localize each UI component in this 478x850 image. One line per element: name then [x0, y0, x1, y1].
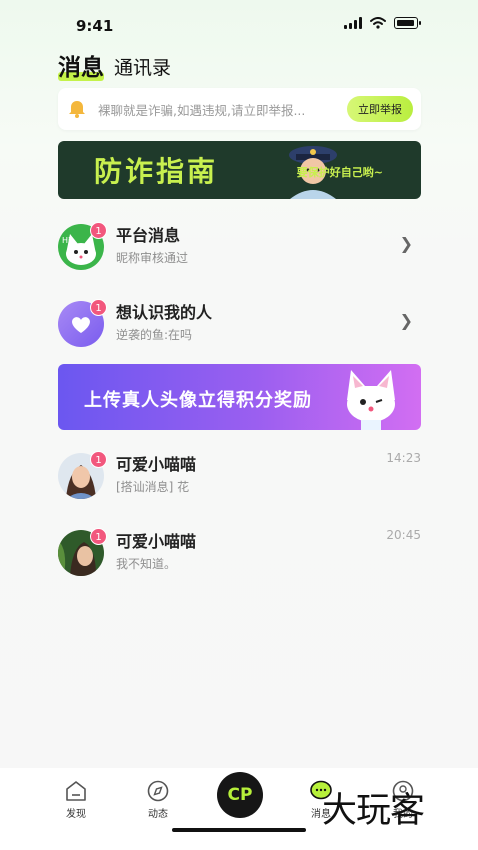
- avatar: Hi 1: [58, 222, 107, 270]
- avatar: 1: [58, 528, 107, 576]
- chevron-right-icon: ❯: [399, 311, 413, 330]
- header-tabs: 消息 通讯录: [58, 48, 171, 82]
- nav-moments[interactable]: 动态: [133, 780, 183, 820]
- cat-mascot-icon: [347, 370, 395, 430]
- item-subtitle: 昵称审核通过: [116, 251, 189, 265]
- unread-badge: 1: [90, 451, 107, 468]
- watermark: 大玩客: [322, 791, 425, 831]
- bottom-nav: 发现 动态 CP 消息 我的 大玩客: [0, 768, 478, 850]
- tab-messages[interactable]: 消息: [58, 48, 104, 82]
- upload-banner-text: 上传真人头像立得积分奖励: [84, 390, 312, 411]
- cp-match-button[interactable]: CP: [217, 772, 263, 818]
- chat-last-message: [搭讪消息] 花: [116, 480, 190, 494]
- unread-badge: 1: [90, 222, 107, 239]
- chat-time: 14:23: [386, 451, 421, 465]
- avatar: 1: [58, 451, 107, 499]
- anti-fraud-guide-banner[interactable]: 防诈指南 要保护好自己哟~: [58, 141, 421, 199]
- list-item-who-likes-me[interactable]: 1 想认识我的人 逆袭的鱼:在吗 ❯: [58, 295, 421, 351]
- nav-label: 动态: [148, 809, 168, 820]
- chat-name: 可爱小喵喵: [116, 455, 197, 474]
- status-bar: 9:41: [0, 0, 478, 48]
- unread-badge: 1: [90, 528, 107, 545]
- upload-avatar-banner[interactable]: 上传真人头像立得积分奖励: [58, 364, 421, 430]
- compass-icon: [147, 780, 169, 802]
- avatar: 1: [58, 299, 107, 347]
- svg-text:Hi: Hi: [62, 236, 70, 245]
- safety-notice-bar: 裸聊就是诈骗,如遇违规,请立即举报... 立即举报: [58, 88, 421, 130]
- bell-icon: [69, 101, 85, 118]
- chat-name: 可爱小喵喵: [116, 532, 197, 551]
- chevron-right-icon: ❯: [399, 234, 413, 253]
- notice-text: 裸聊就是诈骗,如遇违规,请立即举报...: [98, 102, 306, 118]
- status-time: 9:41: [76, 17, 114, 35]
- list-item-platform-messages[interactable]: Hi 1 平台消息 昵称审核通过 ❯: [58, 218, 421, 274]
- guide-title: 防诈指南: [94, 155, 219, 188]
- report-button[interactable]: 立即举报: [347, 96, 413, 122]
- status-icons: [344, 17, 421, 29]
- item-subtitle: 逆袭的鱼:在吗: [116, 328, 193, 342]
- item-title: 想认识我的人: [116, 303, 213, 322]
- nav-label: 发现: [66, 809, 86, 820]
- wifi-icon: [370, 17, 386, 29]
- chat-row[interactable]: 1 可爱小喵喵 我不知道。 20:45: [58, 524, 421, 580]
- chat-time: 20:45: [386, 528, 421, 542]
- home-icon: [66, 781, 86, 801]
- tab-contacts[interactable]: 通讯录: [114, 53, 171, 82]
- cellular-signal-icon: [344, 17, 362, 29]
- chat-last-message: 我不知道。: [116, 557, 177, 571]
- battery-icon: [394, 17, 421, 29]
- nav-discover[interactable]: 发现: [51, 780, 101, 820]
- guide-subtitle: 要保护好自己哟~: [296, 166, 383, 179]
- tab-messages-label: 消息: [58, 55, 104, 81]
- home-indicator: [172, 828, 306, 832]
- item-title: 平台消息: [116, 226, 181, 245]
- chat-row[interactable]: 1 可爱小喵喵 [搭讪消息] 花 14:23: [58, 447, 421, 503]
- unread-badge: 1: [90, 299, 107, 316]
